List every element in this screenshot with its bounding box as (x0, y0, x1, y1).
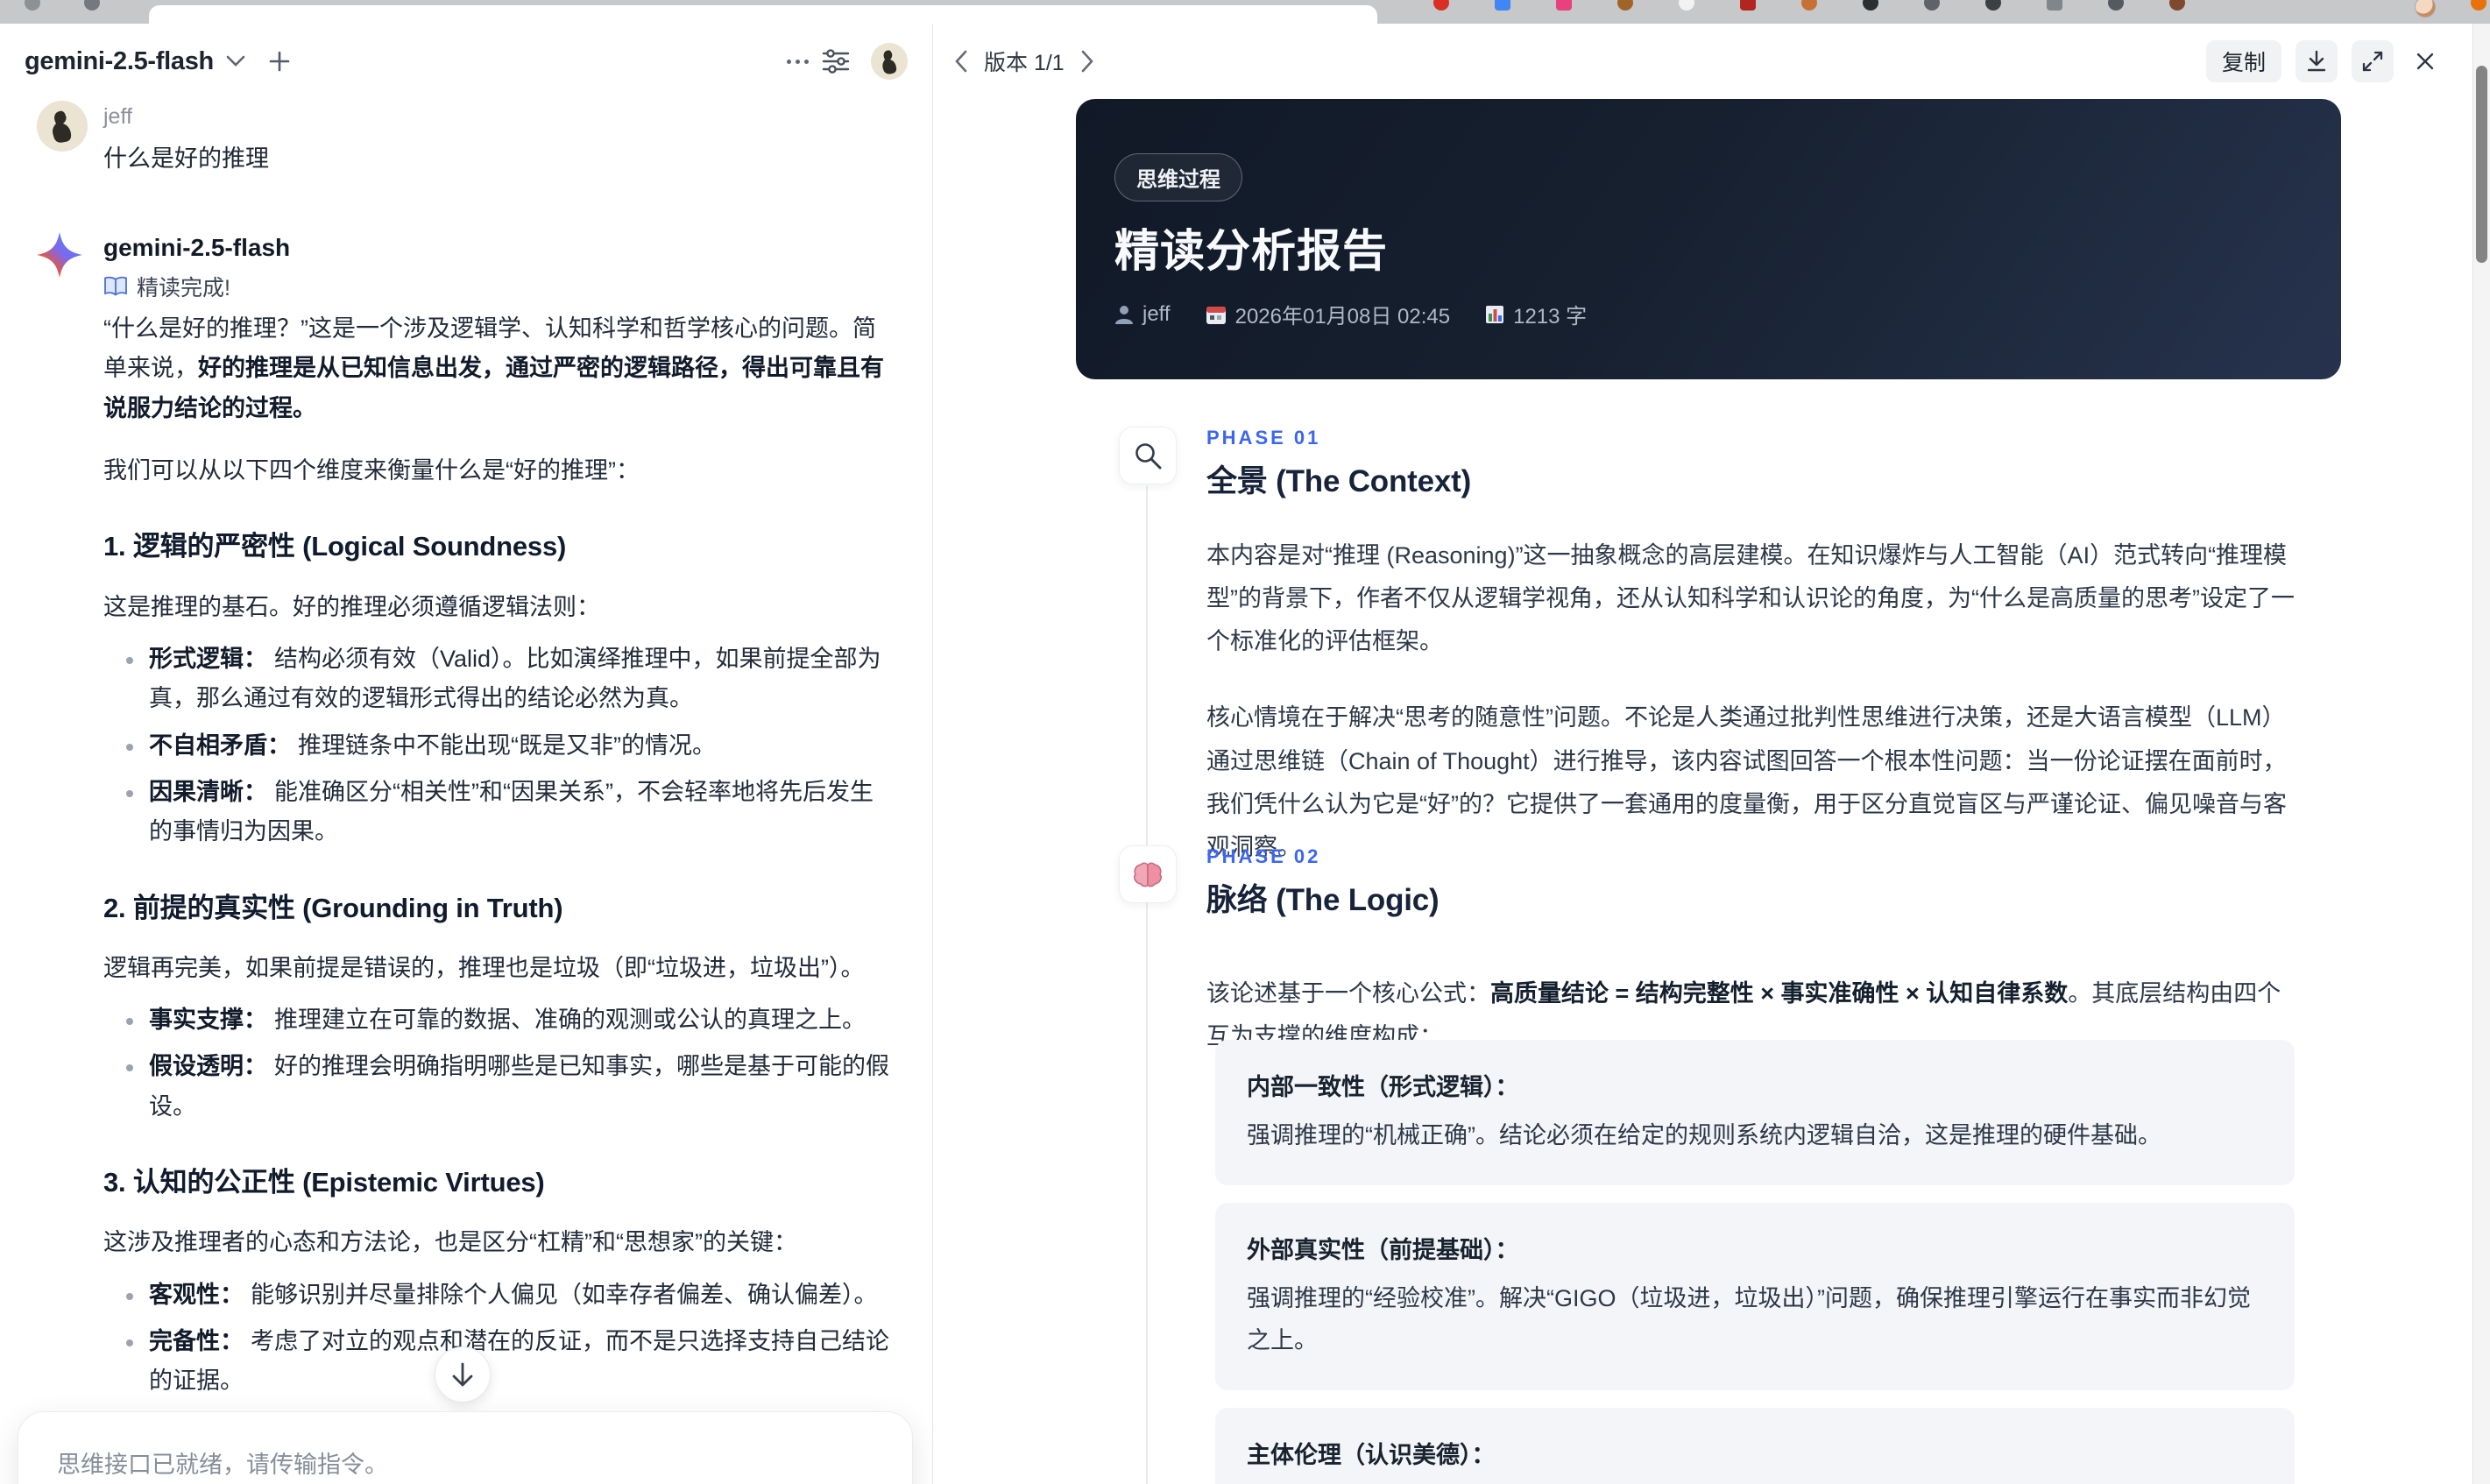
phase-title: 脉络 (The Logic) (1206, 883, 1440, 917)
person-icon (1115, 305, 1133, 324)
assistant-status: 精读完成! (103, 271, 230, 302)
version-prev-button[interactable] (954, 50, 968, 73)
extension-icon[interactable] (1679, 0, 1694, 11)
section-desc: 逻辑再完美，如果前提是错误的，推理也是垃圾（即“垃圾进，垃圾出”）。 (103, 954, 865, 981)
phase-label: PHASE 01 (1206, 427, 1321, 449)
bullet-list: 形式逻辑： 结构必须有效（Valid）。比如演绎推理中，如果前提全部为真，那么通过… (103, 640, 894, 852)
section-heading: 3. 认知的公正性 (Epistemic Virtues) (103, 1167, 545, 1198)
phase-title: 全景 (The Context) (1206, 464, 1472, 498)
section-heading: 2. 前提的真实性 (Grounding in Truth) (103, 892, 563, 923)
version-next-button[interactable] (1080, 50, 1094, 73)
user-message-text: 什么是好的推理 (103, 145, 269, 172)
download-button[interactable] (2295, 40, 2338, 82)
list-item: 完备性： 考虑了对立的观点和潜在的反证，而不是只选择支持自己结论的证据。 (103, 1322, 894, 1402)
report-word-count: 1213 字 (1485, 299, 1587, 329)
composer-placeholder[interactable]: 思维接口已就绪，请传输指令。 (57, 1445, 874, 1480)
list-item: 事实支撑： 推理建立在可靠的数据、准确的观测或公认的真理之上。 (103, 1000, 894, 1040)
extension-icon[interactable] (1740, 0, 1756, 11)
assistant-name: gemini-2.5-flash (103, 234, 291, 261)
extension-icon[interactable] (1801, 0, 1817, 11)
report-header-card: 思维过程 精读分析报告 jeff 2026年01月08日 02:45 1213 … (1076, 99, 2341, 379)
scrollbar-thumb[interactable] (2476, 66, 2487, 263)
extension-icon[interactable] (25, 0, 40, 11)
model-selector[interactable]: gemini-2.5-flash (25, 47, 214, 76)
chevron-down-icon[interactable] (226, 55, 245, 67)
app-window: gemini-2.5-flash jeff 什么是好的推理 gemini-2.5… (0, 0, 2490, 1484)
chat-header: gemini-2.5-flash (0, 24, 932, 99)
extension-icon[interactable] (2047, 0, 2062, 11)
scrollbar[interactable] (2472, 24, 2490, 1484)
extension-icon[interactable] (84, 0, 100, 11)
new-chat-button[interactable] (268, 50, 291, 73)
extension-icon[interactable] (2108, 0, 2124, 11)
report-badge: 思维过程 (1114, 153, 1242, 201)
list-item: 因果清晰： 能准确区分“相关性”和“因果关系”，不会轻率地将先后发生的事情归为因果… (103, 773, 894, 852)
browser-profile-avatar[interactable] (2415, 0, 2436, 18)
bullet-list: 事实支撑： 推理建立在可靠的数据、准确的观测或公认的真理之上。 假设透明： 好的推理… (103, 1000, 894, 1127)
dimension-cards: 内部一致性（形式逻辑）： 强调推理的“机械正确”。结论必须在给定的规则系统内逻辑… (1215, 1040, 2295, 1484)
extension-icon[interactable] (1985, 0, 2001, 11)
chat-panel: gemini-2.5-flash jeff 什么是好的推理 gemini-2.5… (0, 24, 932, 1484)
dimension-card: 主体伦理（认识美德）： 转向推理者的心理特征。引入奥卡姆剃刀和反向论证，旨在克服… (1215, 1407, 2295, 1484)
phase-label: PHASE 02 (1206, 845, 1321, 867)
intro-paragraph: “什么是好的推理？”这是一个涉及逻辑学、认知科学和哲学核心的问题。简单来说，好的… (103, 315, 884, 421)
extension-icon[interactable] (2471, 0, 2486, 11)
extension-icon[interactable] (1495, 0, 1510, 11)
message-composer[interactable]: 思维接口已就绪，请传输指令。 (18, 1411, 913, 1484)
fullscreen-button[interactable] (2352, 40, 2394, 82)
copy-button[interactable]: 复制 (2205, 40, 2281, 82)
list-item: 客观性： 能够识别并尽量排除个人偏见（如幸存者偏差、确认偏差）。 (103, 1276, 894, 1315)
message-author: jeff (103, 104, 132, 129)
phase-section-2: PHASE 02 脉络 (The Logic) 该论述基于一个核心公式：高质量结… (1119, 845, 2363, 1058)
user-avatar[interactable] (871, 43, 908, 80)
extension-icon[interactable] (1617, 0, 1633, 11)
report-title: 精读分析报告 (1114, 226, 1389, 276)
artifact-toolbar: 版本 1/1 复制 (933, 24, 2472, 99)
book-icon (103, 276, 128, 297)
phase-paragraph: 本内容是对“推理 (Reasoning)”这一抽象概念的高层建模。在知识爆炸与人… (1206, 542, 2295, 655)
report-meta: jeff 2026年01月08日 02:45 1213 字 (1114, 299, 1587, 329)
lead-paragraph: 我们可以从以下四个维度来衡量什么是“好的推理”： (103, 457, 640, 484)
section-desc: 这涉及推理者的心态和方法论，也是区分“杠精”和“思想家”的关键： (103, 1229, 797, 1256)
section-heading: 1. 逻辑的严密性 (Logical Soundness) (103, 531, 567, 562)
extension-icon[interactable] (2169, 0, 2185, 11)
close-icon[interactable] (2408, 44, 2443, 79)
settings-sliders-button[interactable] (817, 42, 855, 81)
gemini-star-icon (37, 232, 82, 278)
more-options-button[interactable] (778, 42, 817, 81)
list-item: 不自相矛盾： 推理链条中不能出现“既是又非”的情况。 (103, 726, 894, 766)
list-item: 假设透明： 好的推理会明确指明哪些是已知事实，哪些是基于可能的假设。 (103, 1047, 894, 1127)
section-desc: 这是推理的基石。好的推理必须遵循逻辑法则： (103, 593, 600, 620)
phase-section-1: PHASE 01 全景 (The Context) 本内容是对“推理 (Reas… (1119, 427, 2363, 869)
report-datetime: 2026年01月08日 02:45 (1206, 299, 1450, 329)
report-author: jeff (1114, 302, 1171, 327)
browser-active-tab[interactable] (149, 5, 1377, 24)
magnifier-icon (1119, 427, 1177, 484)
extension-icon[interactable] (1556, 0, 1572, 11)
extension-icon[interactable] (1433, 0, 1449, 11)
list-item: 形式逻辑： 结构必须有效（Valid）。比如演绎推理中，如果前提全部为真，那么通过… (103, 640, 894, 719)
scroll-to-bottom-button[interactable] (435, 1346, 491, 1403)
extension-icon[interactable] (1924, 0, 1940, 11)
artifact-panel: 版本 1/1 复制 思维过程 精读分析报告 jeff 2026年01月08日 0… (933, 24, 2472, 1484)
phase-paragraph: 核心情境在于解决“思考的随意性”问题。不论是人类通过批判性思维进行决策，还是大语… (1206, 704, 2287, 860)
assistant-message-body: “什么是好的推理？”这是一个涉及逻辑学、认知科学和哲学核心的问题。简单来说，好的… (103, 309, 894, 1484)
version-label: 版本 1/1 (984, 51, 1065, 75)
brain-icon (1119, 845, 1177, 903)
browser-toolbar (0, 0, 2490, 24)
user-avatar (37, 101, 88, 152)
dimension-card: 外部真实性（前提基础）： 强调推理的“经验校准”。解决“GIGO（垃圾进，垃圾出… (1215, 1202, 2295, 1390)
bar-chart-icon (1486, 305, 1504, 323)
calendar-icon (1206, 306, 1226, 324)
dimension-card: 内部一致性（形式逻辑）： 强调推理的“机械正确”。结论必须在给定的规则系统内逻辑… (1215, 1040, 2295, 1185)
extension-icon[interactable] (1863, 0, 1878, 11)
